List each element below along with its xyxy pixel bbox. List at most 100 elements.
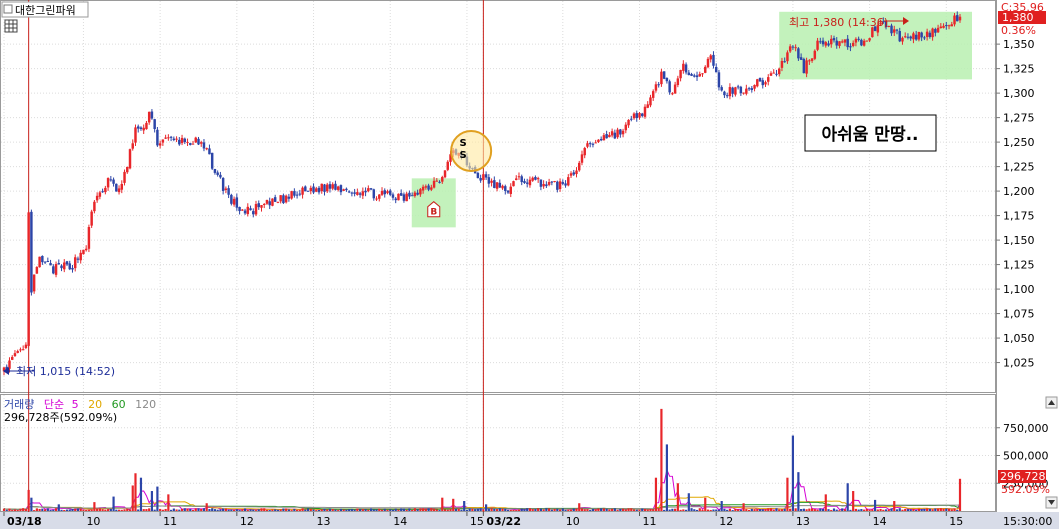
volume-bar — [43, 509, 47, 511]
candle — [323, 184, 326, 192]
legend-ma20: 20 — [88, 398, 102, 411]
volume-bar — [643, 508, 647, 511]
candle — [624, 124, 628, 131]
candle — [180, 137, 184, 144]
volume-bar — [890, 508, 893, 511]
candle — [57, 263, 61, 265]
candle — [339, 185, 343, 193]
candle — [780, 60, 784, 68]
candle — [641, 113, 644, 116]
volume-bar — [386, 509, 389, 511]
volume-bar — [257, 509, 260, 511]
candle — [126, 166, 129, 173]
volume-bar — [876, 509, 879, 511]
volume-bar — [315, 510, 318, 511]
scroll-up-icon[interactable] — [1045, 396, 1058, 409]
candle — [725, 95, 729, 97]
volume-bar — [912, 508, 915, 511]
volume-bar — [663, 509, 666, 511]
volume-bar — [271, 509, 274, 511]
volume-bar — [65, 509, 69, 511]
volume-bar — [454, 508, 458, 511]
volume-bar — [123, 509, 126, 511]
volume-bar — [312, 509, 315, 511]
candle — [87, 227, 91, 249]
volume-bar — [150, 491, 154, 511]
volume-bar — [884, 509, 888, 511]
candle — [498, 182, 502, 188]
volume-bar — [216, 509, 219, 511]
volume-bar — [380, 509, 384, 511]
volume-bar — [419, 508, 422, 511]
candle — [356, 192, 359, 195]
volume-bar — [838, 510, 841, 511]
volume-bar — [575, 508, 578, 511]
volume-bar — [63, 510, 66, 511]
volume-bar — [537, 508, 540, 511]
candle — [923, 37, 926, 39]
candle — [104, 187, 107, 193]
candle — [441, 176, 444, 182]
candle — [567, 177, 570, 186]
volume-bar — [82, 509, 85, 511]
volume-bar — [301, 508, 304, 511]
volume-bar — [953, 508, 956, 511]
volume-bar — [495, 509, 499, 511]
volume-bar — [287, 509, 290, 511]
candle — [315, 188, 318, 192]
candle — [583, 148, 586, 156]
volume-bar — [594, 509, 597, 511]
volume-bar — [87, 509, 91, 511]
volume-bar — [200, 508, 203, 511]
x-tick-label: 03/22 — [486, 515, 521, 528]
grid-view-icon[interactable] — [4, 19, 18, 33]
volume-bar — [676, 483, 679, 511]
current-change-text: 0.36% — [1001, 24, 1036, 37]
volume-bar — [337, 510, 340, 511]
volume-bar — [857, 509, 860, 511]
volume-bar — [408, 508, 411, 511]
candle — [16, 351, 19, 353]
volume-bar — [835, 509, 838, 511]
volume-bar — [709, 509, 712, 511]
candle — [79, 252, 82, 261]
candle — [750, 88, 754, 91]
volume-bar — [243, 508, 247, 511]
current-volume-label: 296,728주(592.09%) — [4, 411, 117, 424]
volume-bar — [734, 508, 737, 511]
candle — [372, 189, 376, 199]
volume-bar — [646, 509, 649, 511]
volume-bar — [424, 508, 427, 511]
volume-bar — [98, 508, 101, 511]
candle — [671, 93, 674, 95]
candle — [682, 63, 685, 71]
volume-bar — [306, 508, 310, 511]
candle — [63, 262, 66, 270]
x-tick-label: 14 — [873, 515, 887, 528]
volume-bar — [422, 508, 425, 511]
volume-bar — [126, 508, 129, 511]
date-axis-bar — [0, 512, 1059, 529]
candle — [101, 191, 104, 193]
candle — [35, 267, 39, 274]
volume-bar — [252, 509, 255, 511]
candle — [690, 74, 693, 76]
scroll-down-icon[interactable] — [1045, 496, 1058, 509]
expand-icon[interactable] — [3, 4, 13, 14]
candle — [723, 91, 726, 96]
volume-bar — [148, 508, 151, 511]
candle — [693, 75, 696, 77]
volume-bar — [654, 477, 658, 511]
volume-bar — [712, 509, 715, 511]
candle — [506, 190, 510, 193]
volume-bar — [923, 508, 926, 511]
candle — [358, 193, 362, 195]
volume-bar — [545, 508, 548, 511]
volume-bar — [90, 509, 93, 511]
candle — [745, 88, 748, 94]
volume-bar — [550, 509, 553, 511]
volume-bar — [49, 509, 52, 511]
volume-panel[interactable] — [0, 394, 996, 512]
volume-bar — [405, 509, 408, 511]
candle — [408, 192, 411, 197]
